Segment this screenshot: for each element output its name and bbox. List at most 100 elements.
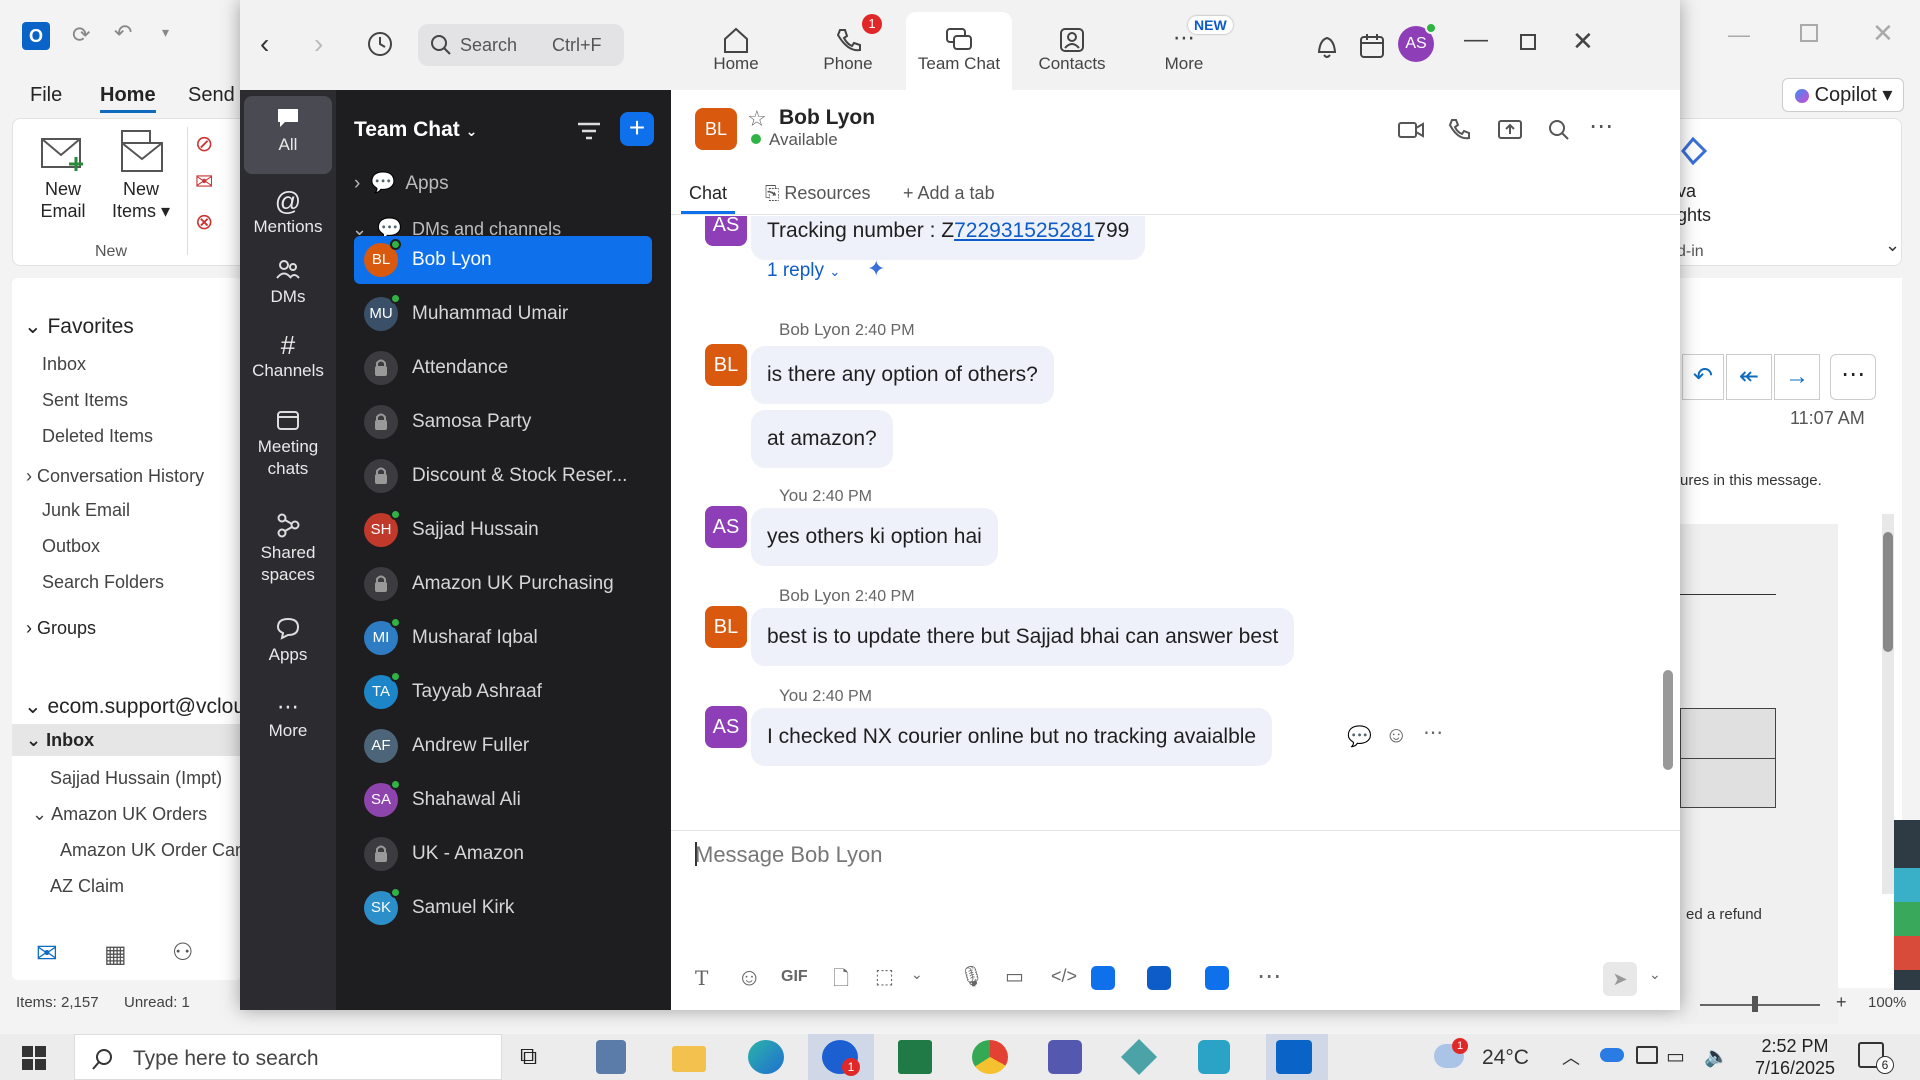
reply-all-icon[interactable]: ↞ [1726,354,1772,400]
ignore-icon[interactable]: ⊘ [195,131,213,157]
chrome-icon[interactable] [972,1040,1008,1074]
app-diamond-icon[interactable] [1120,1038,1158,1076]
rail-meeting-chats[interactable]: Meeting chats [244,408,332,480]
calculator-icon[interactable] [596,1040,626,1074]
rail-channels[interactable]: # Channels [244,330,332,382]
clock-date[interactable]: 7/16/2025 [1750,1058,1840,1079]
tab-more[interactable]: ⋯ More NEW [1130,12,1238,90]
search-box[interactable]: Search Ctrl+F [418,24,624,66]
menu-home[interactable]: Home [100,84,156,113]
outlook-taskbar-icon[interactable] [1276,1040,1312,1074]
rail-shared-spaces[interactable]: Shared spaces [244,512,332,586]
menu-send[interactable]: Send / [188,84,246,107]
back-icon[interactable]: ‹ [260,28,269,60]
thread-more-icon[interactable]: ⋯ [839,772,859,776]
clean-up-icon[interactable]: ✉ [195,169,213,195]
folder-amazon-uk-orders[interactable]: ⌄ Amazon UK Orders [32,804,207,825]
folder-junk[interactable]: Junk Email [42,500,130,521]
zoom-slider-thumb[interactable] [1752,996,1758,1012]
more-actions-icon[interactable]: ⋯ [1830,354,1876,400]
tab-add[interactable]: + Add a tab [903,176,995,210]
file-explorer-icon[interactable] [672,1046,706,1072]
gif-button[interactable]: GIF [781,968,808,986]
reply-in-thread-icon[interactable]: 💬 [1347,724,1372,749]
chat-scrollbar[interactable] [1663,210,1673,780]
calendar-nav-icon[interactable]: ▦ [104,940,127,969]
folder-inbox[interactable]: Inbox [42,354,86,375]
app-whiteboard-icon[interactable] [1147,966,1171,990]
share-screen-icon[interactable] [1497,118,1523,142]
screenshot-icon[interactable]: ⬚ [875,964,894,989]
contact-item[interactable]: SA Shahawal Ali [354,776,652,824]
battery-icon[interactable] [1636,1046,1658,1064]
send-button[interactable]: ➤ [1603,962,1637,996]
rail-more[interactable]: ⋯ More [244,694,332,742]
contact-item[interactable]: Samosa Party [354,398,652,446]
filter-icon[interactable] [576,120,602,142]
video-message-icon[interactable]: ▭ [1005,964,1024,989]
contact-item[interactable]: Attendance [354,344,652,392]
contact-item[interactable]: SH Sajjad Hussain [354,506,652,554]
tab-home[interactable]: Home [682,12,790,90]
apps-section[interactable]: › 💬 Apps [354,170,449,195]
format-text-icon[interactable]: T [695,966,708,990]
widget-red[interactable] [1894,936,1920,970]
tab-team-chat[interactable]: Team Chat [906,12,1012,90]
contact-name[interactable]: Bob Lyon [779,106,875,130]
add-reaction-icon[interactable]: ☺ [1385,722,1407,748]
forward-icon[interactable]: → [1774,354,1820,400]
reply-thread-button[interactable]: 1 reply ⌄ [767,260,840,282]
zoom-minimize-icon[interactable]: — [1464,26,1488,54]
message-more-icon[interactable]: ⋯ [1423,720,1443,745]
excel-icon[interactable] [898,1040,932,1074]
rail-dms[interactable]: DMs [244,258,332,308]
tab-resources[interactable]: ⎘ Resources [765,176,870,210]
app-docs-icon[interactable] [1091,966,1115,990]
app-zoom-icon[interactable] [1205,966,1229,990]
history-icon[interactable] [366,30,394,58]
new-email-button[interactable]: New Email [31,133,95,222]
mail-nav-icon[interactable]: ✉ [36,938,58,969]
windows-start-icon[interactable] [22,1046,46,1070]
contact-item[interactable]: Discount & Stock Reser... [354,452,652,500]
app-s-icon[interactable] [1198,1040,1230,1074]
file-icon[interactable]: 🗋 [833,964,849,998]
edge-icon[interactable] [748,1040,784,1074]
new-chat-button[interactable]: + [620,112,654,146]
screenshot-dropdown-icon[interactable]: ⌄ [911,966,923,983]
composer-more-icon[interactable]: ⋯ [1257,962,1281,991]
tab-contacts[interactable]: Contacts [1018,12,1126,90]
folder-outbox[interactable]: Outbox [42,536,100,557]
contact-item[interactable]: Amazon UK Purchasing [354,560,652,608]
taskbar-search[interactable]: Type here to search [74,1034,502,1080]
folder-account-inbox[interactable]: ⌄ Inbox [12,724,242,756]
rail-all[interactable]: All [244,96,332,174]
minimize-icon[interactable]: — [1728,22,1750,48]
ribbon-collapse-icon[interactable]: ⌄ [1885,235,1900,256]
bell-icon[interactable] [1314,32,1340,60]
zoom-maximize-icon[interactable] [1520,34,1536,50]
chat-more-icon[interactable]: ⋯ [1589,112,1613,141]
account-header[interactable]: ⌄ ecom.support@vclou [24,694,245,719]
copilot-button[interactable]: Copilot ▾ [1782,78,1904,112]
phone-call-icon[interactable] [1447,118,1471,142]
contact-item[interactable]: BL Bob Lyon [354,236,652,284]
message-composer[interactable]: Message Bob Lyon [691,842,1651,932]
folder-sent[interactable]: Sent Items [42,390,128,411]
folder-az-claim[interactable]: AZ Claim [50,876,124,897]
tray-expand-icon[interactable]: ︿ [1562,1044,1580,1070]
folder-sajjad[interactable]: Sajjad Hussain (Impt) [50,768,222,789]
people-nav-icon[interactable]: ⚇ [172,938,194,967]
reply-icon[interactable]: ↶ [1682,354,1724,400]
tab-chat[interactable]: Chat [681,176,736,214]
reading-scrollbar[interactable] [1882,514,1894,894]
contact-item[interactable]: AF Andrew Fuller [354,722,652,770]
task-view-icon[interactable]: ⧉ [520,1040,560,1074]
tab-phone[interactable]: Phone 1 [794,12,902,90]
contact-item[interactable]: MU Muhammad Umair [354,290,652,338]
emoji-icon[interactable]: ☺ [737,964,762,992]
folder-search[interactable]: Search Folders [42,572,164,593]
contact-item[interactable]: SK Samuel Kirk [354,884,652,932]
forward-nav-icon[interactable]: › [314,28,323,60]
rail-apps[interactable]: Apps [244,616,332,666]
